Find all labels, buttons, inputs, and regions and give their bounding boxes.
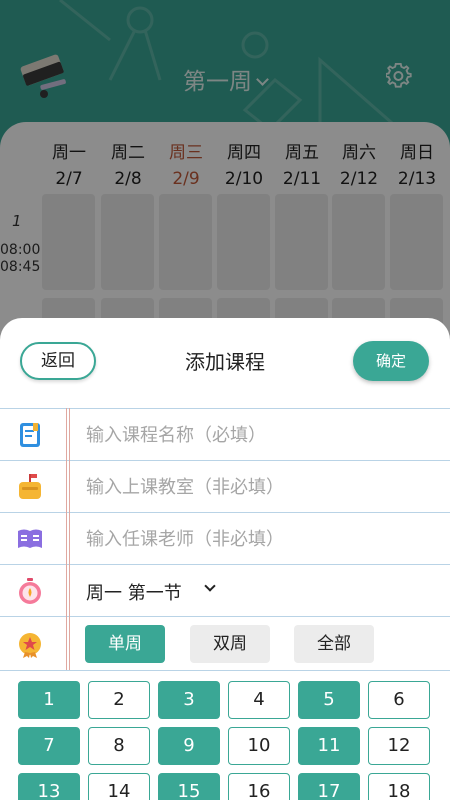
confirm-button[interactable]: 确定 [353, 341, 429, 381]
add-course-sheet: 返回 添加课程 确定 输入课程名称（必填） 输入上课教室（非必填） 输入任课老师… [0, 318, 450, 800]
week-filter-option[interactable]: 双周 [190, 625, 270, 663]
star-badge-icon [19, 633, 41, 658]
week-number-toggle[interactable]: 16 [228, 773, 290, 800]
teacher-input[interactable] [86, 523, 426, 555]
book-icon [18, 529, 42, 548]
mailbox-icon [19, 474, 41, 499]
stopwatch-icon [19, 578, 41, 604]
week-number-toggle[interactable]: 2 [88, 681, 150, 719]
week-number-toggle[interactable]: 17 [298, 773, 360, 800]
week-number-toggle[interactable]: 1 [18, 681, 80, 719]
notebook-icon [20, 423, 40, 447]
week-filter-option[interactable]: 单周 [85, 625, 165, 663]
week-number-toggle[interactable]: 18 [368, 773, 430, 800]
week-number-toggle[interactable]: 11 [298, 727, 360, 765]
week-number-grid: 1 2 3 4 5 6 7 8 9 10 11 12 13 14 15 16 17 18 [0, 670, 450, 800]
week-number-toggle[interactable]: 9 [158, 727, 220, 765]
week-number-toggle[interactable]: 4 [228, 681, 290, 719]
week-number-toggle[interactable]: 13 [18, 773, 80, 800]
week-number-toggle[interactable]: 5 [298, 681, 360, 719]
week-number-toggle[interactable]: 3 [158, 681, 220, 719]
classroom-input[interactable] [86, 471, 426, 503]
week-filter-option[interactable]: 全部 [294, 625, 374, 663]
course-name-input[interactable] [86, 419, 426, 451]
week-number-toggle[interactable]: 14 [88, 773, 150, 800]
time-select-value[interactable]: 周一 第一节 [86, 579, 182, 605]
notebook-margin-line [66, 408, 70, 670]
week-number-toggle[interactable]: 8 [88, 727, 150, 765]
chevron-down-icon[interactable] [204, 580, 216, 592]
week-number-toggle[interactable]: 6 [368, 681, 430, 719]
week-number-toggle[interactable]: 15 [158, 773, 220, 800]
week-number-toggle[interactable]: 10 [228, 727, 290, 765]
week-number-toggle[interactable]: 12 [368, 727, 430, 765]
week-number-toggle[interactable]: 7 [18, 727, 80, 765]
